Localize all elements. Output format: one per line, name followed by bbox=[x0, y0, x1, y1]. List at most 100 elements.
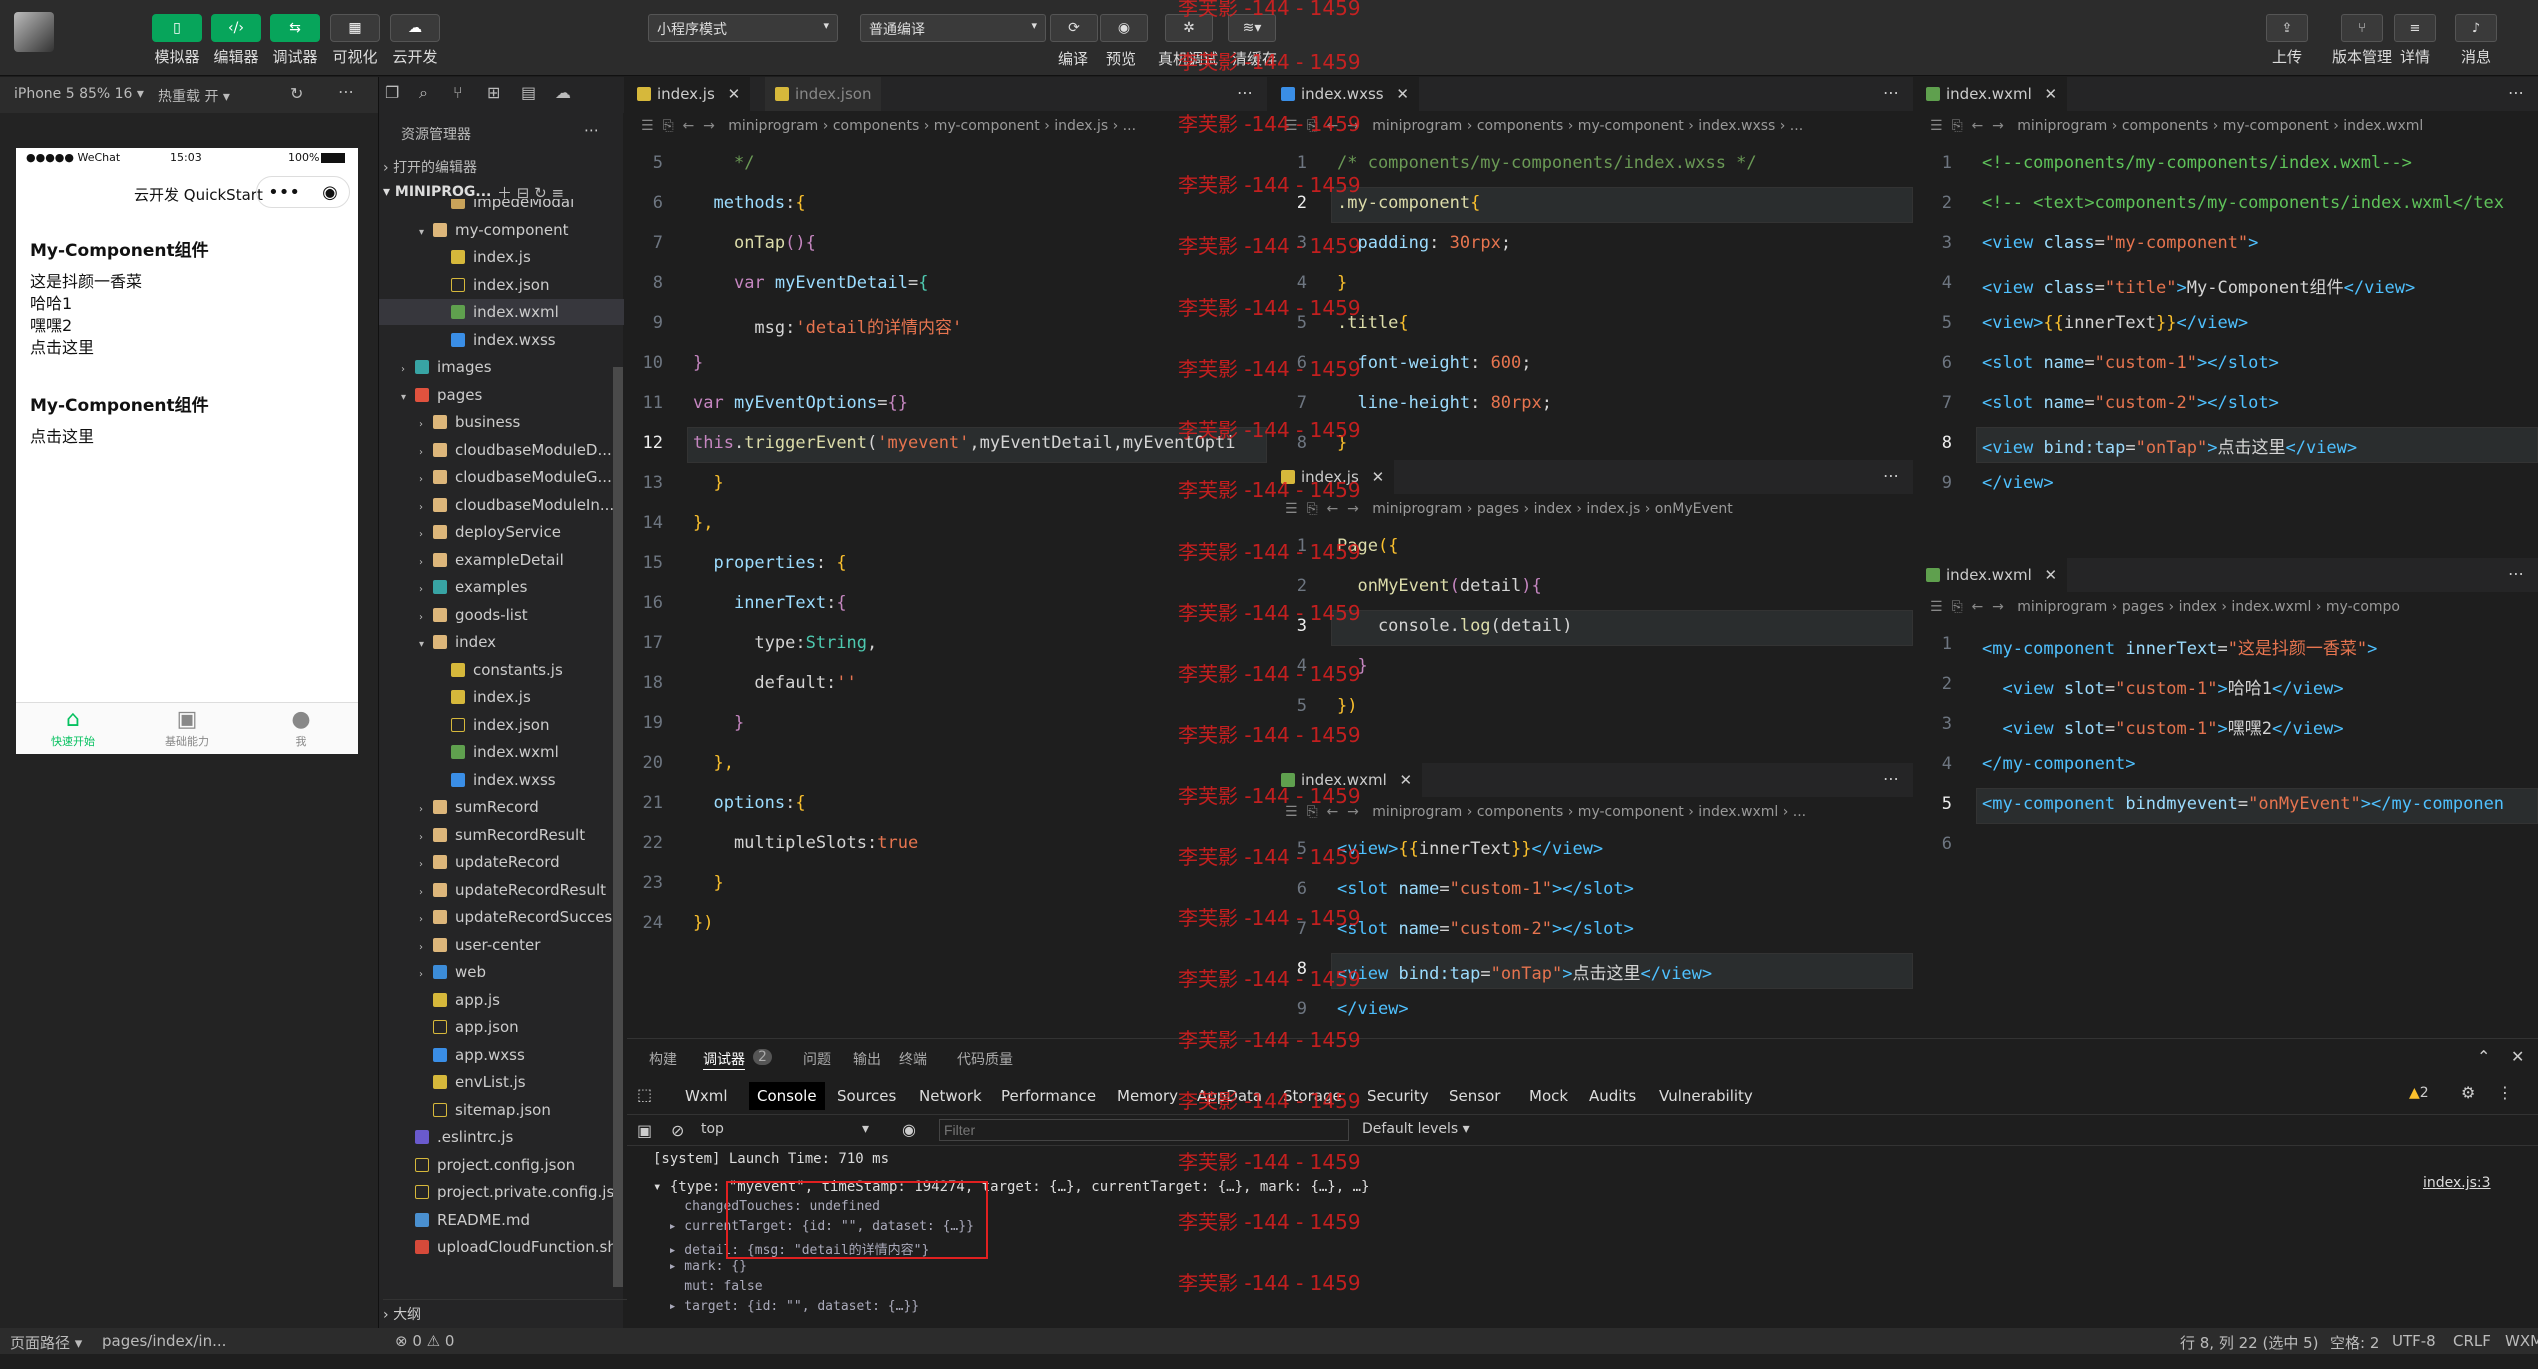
tree-item[interactable]: index.wxss bbox=[379, 767, 624, 793]
explorer-more-icon[interactable]: ⋯ bbox=[584, 121, 599, 139]
close-panel-icon[interactable]: ✕ bbox=[2511, 1047, 2524, 1066]
tree-item[interactable]: envList.js bbox=[379, 1069, 624, 1095]
devtools-tab[interactable]: Vulnerability bbox=[1651, 1082, 1761, 1110]
console-more-icon[interactable]: ⋮ bbox=[2497, 1083, 2513, 1102]
tree-item[interactable]: ▾ pages bbox=[379, 382, 624, 408]
mode-select[interactable]: 小程序模式 bbox=[648, 14, 838, 42]
cursor-position[interactable]: 行 8, 列 22 (选中 5) bbox=[2180, 1332, 2319, 1353]
close-icon[interactable]: ✕ bbox=[1372, 468, 1385, 486]
settings-icon[interactable]: ⚙ bbox=[2461, 1083, 2475, 1102]
tree-item[interactable]: › updateRecordSuccess bbox=[379, 904, 624, 930]
git-icon[interactable]: ⑂ bbox=[453, 83, 463, 102]
phone-tab-0[interactable]: ⌂ 快速开始 bbox=[16, 707, 130, 749]
tree-item[interactable]: sitemap.json bbox=[379, 1097, 624, 1123]
compile-select[interactable]: 普通编译 bbox=[860, 14, 1046, 42]
phone-tab-1[interactable]: ▣ 基础能力 bbox=[130, 707, 244, 749]
code-area[interactable]: 5 <view>{{innerText}}</view> 6 <slot name="… bbox=[1271, 829, 1913, 1035]
editor-tab[interactable]: index.wxml ✕ bbox=[1916, 77, 2068, 111]
tree-item[interactable]: ▾ index bbox=[379, 629, 624, 655]
breadcrumb[interactable]: ☰ ⎘ ← → miniprogram › pages › index › in… bbox=[1271, 494, 1913, 524]
nav-icons[interactable]: ☰ ⎘ ← → bbox=[1930, 118, 2017, 134]
close-icon[interactable]: ✕ bbox=[2045, 566, 2058, 584]
cloud-icon[interactable]: ☁ bbox=[555, 83, 571, 102]
rotate-icon[interactable]: ↻ bbox=[290, 84, 303, 103]
capsule-menu[interactable]: ••• ◉ bbox=[256, 176, 350, 208]
sidebar-toggle-icon[interactable]: ▣ bbox=[637, 1121, 652, 1140]
tree-item[interactable]: › images bbox=[379, 354, 624, 380]
editor-more-icon[interactable]: ⋯ bbox=[1883, 466, 1899, 485]
devtools-tab[interactable]: Wxml bbox=[677, 1082, 736, 1110]
close-icon[interactable]: ✕ bbox=[1396, 85, 1409, 103]
nav-icons[interactable]: ☰ ⎘ ← → bbox=[1930, 599, 2017, 615]
levels-select[interactable]: Default levels ▾ bbox=[1362, 1121, 1470, 1137]
tree-item[interactable]: index.wxml bbox=[379, 299, 624, 325]
filter-input[interactable] bbox=[939, 1119, 1349, 1141]
context-select[interactable]: top ▾ bbox=[701, 1121, 869, 1137]
page-path-select[interactable]: 页面路径 ▾ bbox=[10, 1332, 82, 1353]
toolbar-right-3[interactable]: ♪ 消息 bbox=[2447, 14, 2505, 67]
breadcrumb[interactable]: ☰ ⎘ ← → miniprogram › components › my-co… bbox=[627, 111, 1267, 141]
code-area[interactable]: 5 */ 6 methods:{7 onTap(){8 var myEventDe… bbox=[627, 143, 1267, 1035]
tree-item[interactable]: index.js bbox=[379, 684, 624, 710]
nav-icons[interactable]: ☰ ⎘ ← → bbox=[641, 118, 728, 134]
tree-item[interactable]: uploadCloudFunction.sh bbox=[379, 1234, 624, 1260]
panel-tab[interactable]: 终端 bbox=[899, 1049, 927, 1069]
project-section[interactable]: ▾ MINIPROG... bbox=[383, 184, 491, 200]
outline-section[interactable]: › 大纲 bbox=[383, 1299, 628, 1324]
tree-item[interactable]: constants.js bbox=[379, 657, 624, 683]
tree-item[interactable]: README.md bbox=[379, 1207, 624, 1233]
devtools-tab[interactable]: Mock bbox=[1521, 1082, 1576, 1110]
close-circle-icon[interactable]: ◉ bbox=[322, 182, 338, 203]
editor-tab[interactable]: index.wxml ✕ bbox=[1916, 558, 2068, 592]
avatar[interactable] bbox=[14, 12, 54, 52]
search-icon[interactable]: ⌕ bbox=[419, 83, 428, 103]
devtools-tab[interactable]: Network bbox=[911, 1082, 990, 1110]
panel-tab[interactable]: 代码质量 bbox=[957, 1049, 1013, 1069]
component-line[interactable]: 点击这里 bbox=[30, 337, 340, 359]
editor-more-icon[interactable]: ⋯ bbox=[2508, 83, 2524, 102]
devtools-tab[interactable]: Audits bbox=[1581, 1082, 1644, 1110]
simulator-button[interactable]: ▯ 模拟器 bbox=[152, 14, 202, 67]
tree-item[interactable]: app.json bbox=[379, 1014, 624, 1040]
editor-tab[interactable]: index.js ✕ bbox=[627, 77, 751, 111]
editor-more-icon[interactable]: ⋯ bbox=[1883, 83, 1899, 102]
breadcrumb[interactable]: ☰ ⎘ ← → miniprogram › components › my-co… bbox=[1916, 111, 2538, 141]
tree-item[interactable]: › exampleDetail bbox=[379, 547, 624, 573]
tree-item[interactable]: index.wxss bbox=[379, 327, 624, 353]
component-line[interactable]: 点击这里 bbox=[30, 426, 340, 448]
close-icon[interactable]: ✕ bbox=[2045, 85, 2058, 103]
close-icon[interactable]: ✕ bbox=[1400, 771, 1413, 789]
tree-item[interactable]: index.json bbox=[379, 272, 624, 298]
more-dots-icon[interactable]: ••• bbox=[268, 182, 300, 203]
editor-tab[interactable]: index.wxss ✕ bbox=[1271, 77, 1419, 111]
tree-item[interactable]: index.js bbox=[379, 244, 624, 270]
tree-item[interactable]: › cloudbaseModuleIn... bbox=[379, 492, 624, 518]
close-icon[interactable]: ✕ bbox=[728, 85, 741, 103]
visual-button[interactable]: ▦ 可视化 bbox=[330, 14, 380, 67]
encoding[interactable]: UTF-8 bbox=[2392, 1332, 2436, 1350]
editor-more-icon[interactable]: ⋯ bbox=[2508, 564, 2524, 583]
panel-tab[interactable]: 问题 bbox=[803, 1049, 831, 1069]
editor-tab[interactable]: index.json bbox=[765, 77, 882, 111]
breadcrumb[interactable]: ☰ ⎘ ← → miniprogram › pages › index › in… bbox=[1916, 592, 2538, 622]
tree-item[interactable]: › deployService bbox=[379, 519, 624, 545]
scrollbar[interactable] bbox=[613, 367, 623, 1287]
console-line[interactable]: ▸ mark: {} bbox=[653, 1259, 747, 1274]
editor-more-icon[interactable]: ⋯ bbox=[1883, 769, 1899, 788]
clear-console-icon[interactable]: ⊘ bbox=[671, 1121, 684, 1140]
tree-item[interactable]: app.js bbox=[379, 987, 624, 1013]
phone-tab-2[interactable]: ● 我 bbox=[244, 707, 358, 749]
panel-tab[interactable]: 构建 bbox=[649, 1049, 677, 1069]
breadcrumb[interactable]: ☰ ⎘ ← → miniprogram › components › my-co… bbox=[1271, 111, 1913, 141]
tree-item[interactable]: › business bbox=[379, 409, 624, 435]
devtools-tab[interactable]: Performance bbox=[993, 1082, 1104, 1110]
compile-button[interactable]: ⟳ bbox=[1050, 14, 1098, 42]
language-mode[interactable]: WXM bbox=[2505, 1332, 2538, 1350]
extensions-icon[interactable]: ⊞ bbox=[487, 83, 500, 102]
devtools-tab[interactable]: Memory bbox=[1109, 1082, 1186, 1110]
tree-item[interactable]: › sumRecordResult bbox=[379, 822, 624, 848]
console-line[interactable]: ▸ target: {id: "", dataset: {…}} bbox=[653, 1299, 919, 1314]
line-ending[interactable]: CRLF bbox=[2453, 1332, 2491, 1350]
devtools-tab[interactable]: Sensor bbox=[1441, 1082, 1508, 1110]
tree-item[interactable]: index.json bbox=[379, 712, 624, 738]
